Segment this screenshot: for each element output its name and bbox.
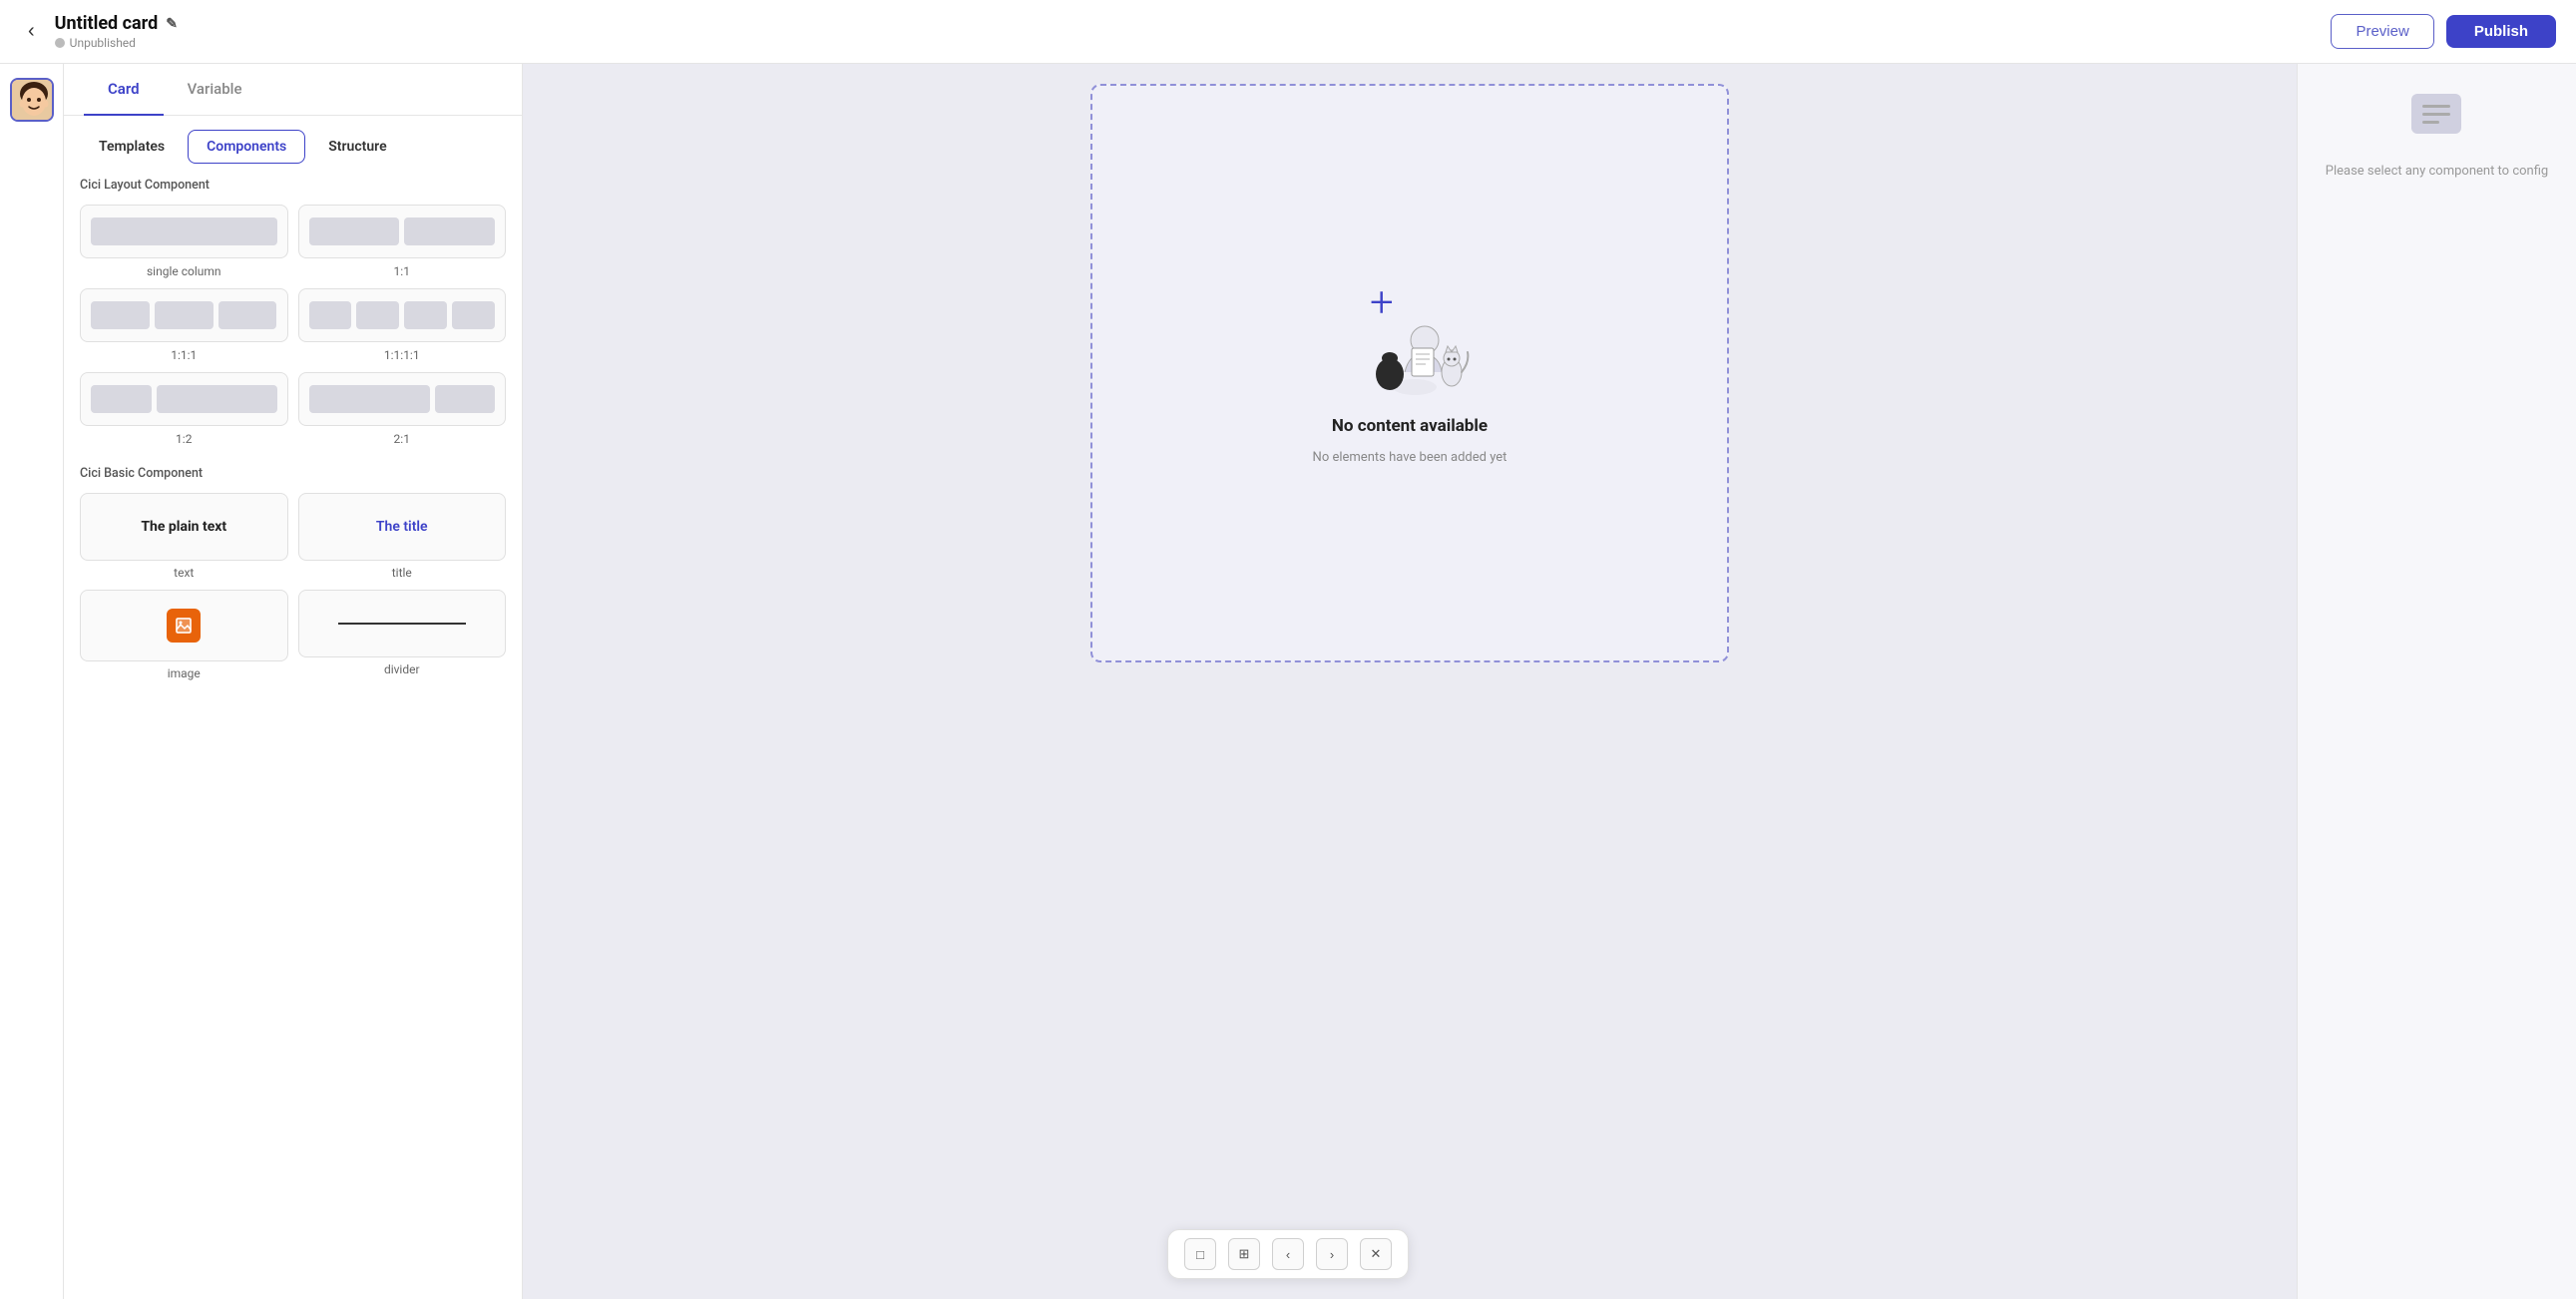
empty-state-icon: + bbox=[1340, 282, 1480, 402]
component-preview-text: The plain text bbox=[80, 493, 288, 561]
layout-bar bbox=[435, 385, 496, 413]
layout-label-single: single column bbox=[147, 264, 221, 278]
sub-tabs: Templates Components Structure bbox=[64, 116, 522, 164]
layout-single-column[interactable]: single column bbox=[80, 205, 288, 278]
layout-1-1[interactable]: 1:1 bbox=[298, 205, 507, 278]
avatar-column bbox=[0, 64, 64, 1299]
component-preview-image bbox=[80, 590, 288, 661]
toolbar-select-button[interactable]: □ bbox=[1184, 1238, 1216, 1270]
config-icon-lines bbox=[2422, 105, 2450, 124]
plus-icon: + bbox=[1370, 282, 1394, 324]
config-icon-box bbox=[2411, 94, 2461, 134]
subtab-templates[interactable]: Templates bbox=[80, 130, 184, 164]
toolbar-grid-button[interactable]: ⊞ bbox=[1228, 1238, 1260, 1270]
layout-preview-1-2 bbox=[80, 372, 288, 426]
toolbar-close-button[interactable]: ✕ bbox=[1360, 1238, 1392, 1270]
layout-preview-1-1 bbox=[298, 205, 507, 258]
layout-bar bbox=[356, 301, 399, 329]
subtab-components[interactable]: Components bbox=[188, 130, 305, 164]
layout-1-1-1-1[interactable]: 1:1:1:1 bbox=[298, 288, 507, 362]
layout-1-1-1[interactable]: 1:1:1 bbox=[80, 288, 288, 362]
layout-preview-2-1 bbox=[298, 372, 507, 426]
layout-label-1-1-1: 1:1:1 bbox=[171, 348, 197, 362]
layout-2-1[interactable]: 2:1 bbox=[298, 372, 507, 446]
image-icon bbox=[167, 609, 201, 643]
layout-bar bbox=[309, 217, 400, 245]
config-line bbox=[2422, 113, 2450, 116]
layout-bar bbox=[91, 385, 152, 413]
layout-1-2[interactable]: 1:2 bbox=[80, 372, 288, 446]
preview-button[interactable]: Preview bbox=[2331, 14, 2433, 49]
component-divider[interactable]: divider bbox=[298, 590, 507, 680]
right-panel: Please select any component to config bbox=[2297, 64, 2576, 1299]
publish-button[interactable]: Publish bbox=[2446, 15, 2556, 48]
header: ‹ Untitled card ✎ Unpublished Preview Pu… bbox=[0, 0, 2576, 64]
right-panel-placeholder: Please select any component to config bbox=[2326, 162, 2548, 182]
layout-bar bbox=[91, 217, 277, 245]
layout-label-2-1: 2:1 bbox=[394, 432, 410, 446]
avatar-image bbox=[12, 80, 52, 120]
layout-bar bbox=[91, 301, 150, 329]
config-line bbox=[2422, 105, 2450, 108]
header-title: Untitled card ✎ bbox=[55, 13, 2320, 34]
component-label-divider: divider bbox=[384, 662, 420, 676]
divider-line bbox=[338, 623, 466, 625]
layout-label-1-1: 1:1 bbox=[394, 264, 410, 278]
layout-bar bbox=[452, 301, 495, 329]
toolbar-next-button[interactable]: › bbox=[1316, 1238, 1348, 1270]
layout-label-1-1-1-1: 1:1:1:1 bbox=[384, 348, 420, 362]
avatar[interactable] bbox=[10, 78, 54, 122]
empty-state-title: No content available bbox=[1332, 416, 1488, 436]
status-label: Unpublished bbox=[70, 36, 136, 50]
component-label-title: title bbox=[392, 566, 412, 580]
subtab-structure[interactable]: Structure bbox=[309, 130, 405, 164]
layout-bar bbox=[155, 301, 214, 329]
component-preview-title: The title bbox=[298, 493, 507, 561]
layout-label-1-2: 1:2 bbox=[176, 432, 192, 446]
layout-section-label: Cici Layout Component bbox=[64, 164, 522, 199]
layout-preview-1-1-1-1 bbox=[298, 288, 507, 342]
layout-preview-single bbox=[80, 205, 288, 258]
bottom-toolbar: □ ⊞ ‹ › ✕ bbox=[1167, 1229, 1409, 1279]
config-line bbox=[2422, 121, 2439, 124]
layout-bar bbox=[309, 385, 430, 413]
top-tabs: Card Variable bbox=[64, 64, 522, 116]
status-row: Unpublished bbox=[55, 36, 2320, 50]
basic-section-label: Cici Basic Component bbox=[64, 452, 522, 487]
component-image[interactable]: image bbox=[80, 590, 288, 680]
layout-preview-1-1-1 bbox=[80, 288, 288, 342]
tab-variable[interactable]: Variable bbox=[164, 64, 266, 116]
component-label-image: image bbox=[168, 666, 201, 680]
layout-bar bbox=[218, 301, 277, 329]
page-title: Untitled card bbox=[55, 13, 159, 34]
back-button[interactable]: ‹ bbox=[20, 16, 43, 47]
canvas-area: + bbox=[523, 64, 2297, 1299]
title-label: The title bbox=[376, 519, 428, 535]
left-panel: Card Variable Templates Components Struc… bbox=[64, 64, 523, 1299]
layout-grid: single column 1:1 1:1:1 bbox=[64, 199, 522, 452]
tab-card[interactable]: Card bbox=[84, 64, 164, 116]
components-grid: The plain text text The title title bbox=[64, 487, 522, 686]
layout-bar bbox=[157, 385, 277, 413]
layout-bar bbox=[404, 217, 495, 245]
plain-text-label: The plain text bbox=[141, 519, 226, 535]
component-preview-divider bbox=[298, 590, 507, 657]
header-actions: Preview Publish bbox=[2331, 14, 2556, 49]
component-label-text: text bbox=[174, 566, 194, 580]
header-title-block: Untitled card ✎ Unpublished bbox=[55, 13, 2320, 50]
status-dot-icon bbox=[55, 38, 65, 48]
config-icon-container bbox=[2411, 94, 2461, 134]
empty-state-subtitle: No elements have been added yet bbox=[1313, 450, 1507, 465]
edit-title-icon[interactable]: ✎ bbox=[166, 16, 178, 32]
layout-bar bbox=[309, 301, 352, 329]
component-text[interactable]: The plain text text bbox=[80, 493, 288, 580]
component-title[interactable]: The title title bbox=[298, 493, 507, 580]
toolbar-prev-button[interactable]: ‹ bbox=[1272, 1238, 1304, 1270]
main-layout: Card Variable Templates Components Struc… bbox=[0, 64, 2576, 1299]
canvas-card: + bbox=[1090, 84, 1729, 662]
layout-bar bbox=[404, 301, 447, 329]
